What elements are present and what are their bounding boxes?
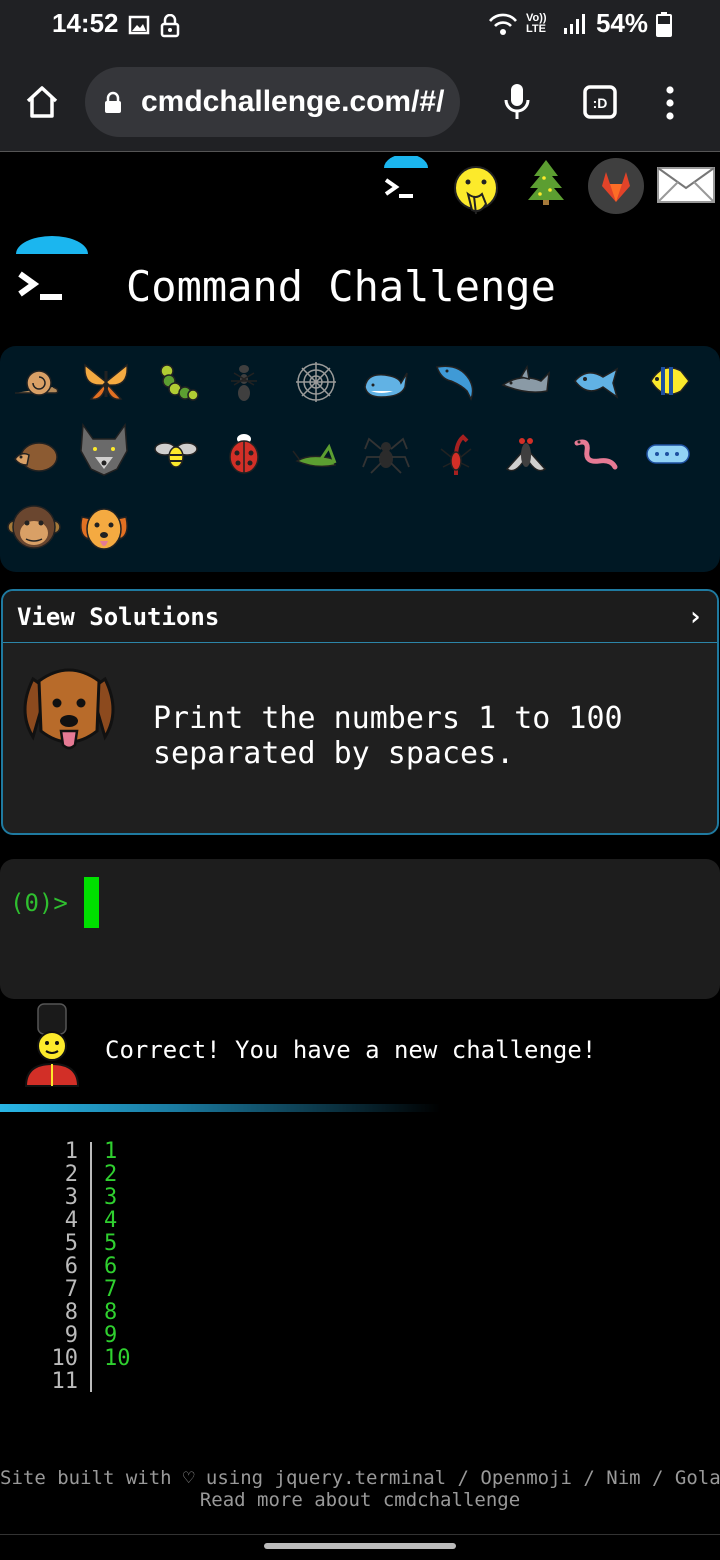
gitlab-icon[interactable] (586, 156, 646, 216)
output-line: 8 (104, 1300, 118, 1325)
bee-icon[interactable] (148, 426, 204, 482)
ant-icon[interactable] (216, 354, 272, 410)
footer: Site built with ♡ using jquery.terminal … (0, 1467, 720, 1511)
whale-icon[interactable] (358, 354, 414, 410)
browser-toolbar: cmdchallenge.com/#/ :D (0, 52, 720, 152)
fish-icon[interactable] (568, 354, 624, 410)
footer-about-link[interactable]: Read more about cmdchallenge (0, 1489, 720, 1511)
mail-icon[interactable] (656, 166, 716, 206)
output-line: 3 (104, 1185, 118, 1210)
output-line: 7 (104, 1277, 118, 1302)
output-line: 5 (104, 1231, 118, 1256)
shark-icon[interactable] (498, 354, 554, 410)
url-text[interactable]: cmdchallenge.com/#/ (141, 85, 444, 119)
line-number: 6 (64, 1254, 78, 1279)
gallery-icon (128, 15, 150, 35)
output-line: 4 (104, 1208, 118, 1233)
kebab-menu-icon[interactable] (662, 86, 678, 120)
signal-icon (563, 13, 585, 34)
output-line: 2 (104, 1162, 118, 1187)
wifi-icon (488, 13, 517, 35)
scorpion-icon[interactable] (428, 426, 484, 482)
mic-icon[interactable] (502, 82, 532, 122)
terminal-prompt: (0)> (10, 889, 68, 917)
line-number: 1 (64, 1139, 78, 1164)
line-gutter (90, 1142, 92, 1392)
secure-lock-icon (105, 91, 121, 113)
spider-icon[interactable] (358, 426, 414, 482)
hedgehog-icon[interactable] (8, 426, 64, 482)
output-line: 1 (104, 1139, 118, 1164)
dolphin-icon[interactable] (428, 354, 484, 410)
caterpillar-icon[interactable] (148, 354, 204, 410)
monkey-icon[interactable] (6, 501, 62, 557)
battery-icon (656, 11, 672, 37)
wolf-icon[interactable] (76, 422, 132, 478)
output-line: 9 (104, 1323, 118, 1348)
microbe-icon[interactable] (640, 426, 696, 482)
fly-icon[interactable] (498, 426, 554, 482)
battery-percent: 54% (595, 8, 648, 38)
line-number: 10 (51, 1346, 79, 1371)
tropical-fish-icon[interactable] (640, 354, 696, 410)
guard-icon (24, 1003, 80, 1087)
line-number: 8 (64, 1300, 78, 1325)
ladybug-icon[interactable] (216, 426, 272, 482)
snail-icon[interactable] (8, 354, 64, 410)
output-line: 10 (104, 1346, 131, 1371)
line-number: 9 (64, 1323, 78, 1348)
network-label: Vo)) LTE (525, 11, 547, 35)
butterfly-icon[interactable] (78, 354, 134, 410)
challenge-panel: View Solutions › Print the numbers 1 to … (1, 589, 719, 835)
challenge-grid (0, 346, 720, 572)
terminal-logo-icon[interactable] (380, 156, 432, 208)
tree-icon[interactable] (526, 158, 566, 206)
line-number: 4 (64, 1208, 78, 1233)
status-message: Correct! You have a new challenge! (105, 1036, 597, 1064)
chevron-right-icon[interactable]: › (687, 602, 703, 632)
view-solutions-label: View Solutions (17, 602, 220, 631)
line-number: 5 (64, 1231, 78, 1256)
line-number: 3 (64, 1185, 78, 1210)
status-bar: 14:52 Vo)) LTE 54% (0, 0, 720, 52)
home-gesture-handle[interactable] (264, 1543, 456, 1549)
divider (0, 1104, 440, 1112)
tab-switcher-icon[interactable]: :D (582, 84, 618, 120)
output-line: 6 (104, 1254, 118, 1279)
shushing-face-icon[interactable] (452, 164, 500, 218)
site-logo-icon (16, 236, 88, 300)
line-number: 7 (64, 1277, 78, 1302)
system-nav-bar (0, 1534, 720, 1560)
cricket-icon[interactable] (288, 426, 344, 482)
line-number: 2 (64, 1162, 78, 1187)
svg-text::D: :D (593, 95, 608, 111)
dog-icon[interactable] (76, 501, 132, 557)
home-icon[interactable] (24, 84, 60, 120)
lock-icon (160, 14, 180, 38)
worm-icon[interactable] (568, 426, 624, 482)
top-icon-bar (0, 152, 720, 222)
view-solutions-button[interactable]: View Solutions › (3, 591, 717, 643)
challenge-description: Print the numbers 1 to 100 separated by … (153, 701, 623, 771)
status-time: 14:52 (52, 8, 119, 38)
spiderweb-icon[interactable] (288, 354, 344, 410)
dog-face-icon (23, 668, 115, 750)
footer-credits[interactable]: Site built with ♡ using jquery.terminal … (0, 1467, 720, 1489)
page-title: Command Challenge (126, 262, 556, 311)
address-bar[interactable]: cmdchallenge.com/#/ (85, 67, 460, 137)
line-number: 11 (51, 1369, 79, 1394)
terminal-cursor (84, 877, 99, 928)
terminal-input[interactable]: (0)> (0, 859, 720, 999)
